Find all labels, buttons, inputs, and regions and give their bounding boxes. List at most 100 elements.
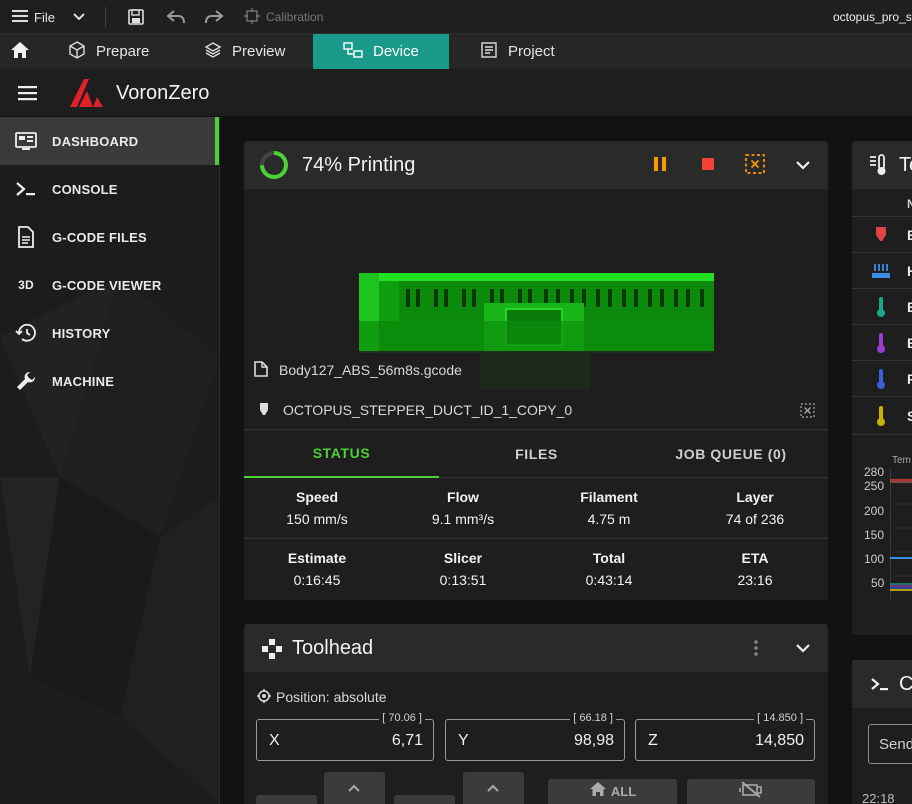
print-thumbnail: Body127_ABS_56m8s.gcode <box>244 189 828 390</box>
axis-y-field[interactable]: [ 66.18 ] Y 98,98 <box>445 712 625 761</box>
save-icon[interactable] <box>127 0 145 34</box>
sidebar-item-label: HISTORY <box>52 325 111 341</box>
file-menu[interactable]: File <box>12 0 55 34</box>
thermometer-lines-icon <box>868 153 888 182</box>
file-document-icon <box>0 226 52 248</box>
gcode-filename: Body127_ABS_56m8s.gcode <box>279 362 462 378</box>
stat-slicer: Slicer 0:13:51 <box>439 550 487 588</box>
toolhead-card-header: Toolhead <box>244 624 828 672</box>
tab-preview[interactable]: Preview <box>204 34 285 69</box>
exclude-object-icon[interactable] <box>744 153 766 180</box>
home-all-label: ALL <box>610 784 637 799</box>
sidebar-item-label: G-CODE FILES <box>52 229 147 245</box>
extruder-icon <box>876 227 886 241</box>
move-y-plus-button[interactable] <box>324 772 385 804</box>
axis-z-field[interactable]: [ 14.850 ] Z 14,850 <box>635 712 815 761</box>
axis-z-target: [ 14.850 ] <box>754 712 806 724</box>
file-menu-label: File <box>34 9 55 25</box>
temp-col-name-header: N <box>907 197 912 211</box>
move-x-minus-button[interactable] <box>256 795 317 804</box>
home-tab[interactable] <box>0 34 40 69</box>
sidebar-item-history[interactable]: HISTORY <box>0 309 219 357</box>
stats-row-2: Estimate 0:16:45 Slicer 0:13:51 Total 0:43:… <box>244 539 828 600</box>
toolhead-collapse-chevron-icon[interactable] <box>795 641 811 659</box>
thermometer-icon <box>877 406 885 426</box>
stat-filament: Filament 4.75 m <box>580 489 638 527</box>
chevron-up-icon <box>487 784 499 792</box>
collapse-chevron-icon[interactable] <box>795 158 811 176</box>
sidebar-item-console[interactable]: CONSOLE <box>0 165 219 213</box>
axis-z-value: 14,850 <box>755 732 804 749</box>
brand-name: VoronZero <box>116 82 210 104</box>
tab-preview-label: Preview <box>232 43 286 60</box>
move-x-plus-button[interactable] <box>394 795 455 804</box>
sidebar-item-gcode-files[interactable]: G-CODE FILES <box>0 213 219 261</box>
temp-row-sensor-2[interactable]: E <box>852 325 912 361</box>
subtab-files[interactable]: FILES <box>439 430 634 478</box>
stop-icon[interactable] <box>700 156 716 177</box>
calibration-menu[interactable]: Calibration <box>244 0 323 34</box>
app-header: VoronZero <box>0 69 912 117</box>
home-all-button[interactable]: ALL <box>548 779 677 804</box>
layers-icon <box>204 41 222 63</box>
window-title: octopus_pro_st <box>833 10 912 24</box>
status-subtabs: STATUS FILES JOB QUEUE (0) <box>244 430 828 478</box>
move-z-plus-button[interactable] <box>463 772 524 804</box>
axis-y-value: 98,98 <box>573 732 614 749</box>
motors-off-button[interactable] <box>687 779 815 804</box>
redo-icon[interactable] <box>204 0 224 34</box>
console-command-input[interactable]: Send <box>868 724 912 764</box>
sidebar-item-machine[interactable]: MACHINE <box>0 357 219 405</box>
tab-device[interactable]: Device <box>313 34 449 69</box>
voron-logo-icon <box>67 77 105 114</box>
temp-row-sensor-3[interactable]: F <box>852 361 912 397</box>
dashboard-icon <box>0 131 52 151</box>
axis-x-label: X <box>269 732 280 749</box>
current-object-name: OCTOPUS_STEPPER_DUCT_ID_1_COPY_0 <box>283 402 573 418</box>
sidebar-item-label: CONSOLE <box>52 181 118 197</box>
exclude-object-small-icon[interactable] <box>800 403 815 423</box>
calibration-label: Calibration <box>266 10 324 24</box>
temp-row-heater-bed[interactable]: H <box>852 253 912 289</box>
sidebar: DASHBOARD CONSOLE G-CODE FILES 3D G-CODE… <box>0 117 220 804</box>
temp-row-extruder[interactable]: E <box>852 217 912 253</box>
axis-x-target: [ 70.06 ] <box>379 712 425 724</box>
tab-project-label: Project <box>508 43 555 60</box>
chart-title-partial: Tem <box>892 455 911 466</box>
thermometer-icon <box>877 369 885 389</box>
console-card: C Send 22:18 <box>852 660 912 804</box>
more-vert-icon[interactable] <box>754 639 758 662</box>
undo-icon[interactable] <box>166 0 186 34</box>
sidebar-item-gcode-viewer[interactable]: 3D G-CODE VIEWER <box>0 261 219 309</box>
project-icon <box>480 41 498 63</box>
window-titlebar: File Calibration octopus_pro_st <box>0 0 912 34</box>
main-tabbar: Prepare Preview Device Project <box>0 34 912 69</box>
file-icon <box>254 361 268 382</box>
stat-total: Total 0:43:14 <box>585 550 633 588</box>
console-card-header: C <box>852 660 912 708</box>
history-icon <box>0 323 52 343</box>
subtab-status[interactable]: STATUS <box>244 430 439 478</box>
pause-icon[interactable] <box>652 155 668 178</box>
tab-device-label: Device <box>373 43 419 60</box>
temp-row-sensor-1[interactable]: E <box>852 289 912 325</box>
temp-table-header: N <box>852 189 912 217</box>
position-mode-label: Position: absolute <box>276 689 387 705</box>
engine-off-icon <box>739 780 763 803</box>
axis-x-field[interactable]: [ 70.06 ] X 6,71 <box>256 712 434 761</box>
tab-prepare[interactable]: Prepare <box>68 34 149 69</box>
menu-toggle-icon[interactable] <box>18 85 38 106</box>
current-object-row: OCTOPUS_STEPPER_DUCT_ID_1_COPY_0 <box>244 390 828 430</box>
print-status-title: 74% Printing <box>302 154 416 176</box>
subtab-job-queue[interactable]: JOB QUEUE (0) <box>634 430 828 478</box>
stat-speed: Speed 150 mm/s <box>286 489 348 527</box>
stat-flow: Flow 9.1 mm³/s <box>431 489 495 527</box>
temp-row-sensor-4[interactable]: S <box>852 397 912 435</box>
sidebar-item-dashboard[interactable]: DASHBOARD <box>0 117 219 165</box>
chevron-down-icon[interactable] <box>72 0 86 34</box>
tab-prepare-label: Prepare <box>96 43 150 60</box>
home-icon <box>10 41 30 63</box>
tab-project[interactable]: Project <box>480 34 555 69</box>
sidebar-item-label: MACHINE <box>52 373 115 389</box>
thermometer-icon <box>877 333 885 353</box>
